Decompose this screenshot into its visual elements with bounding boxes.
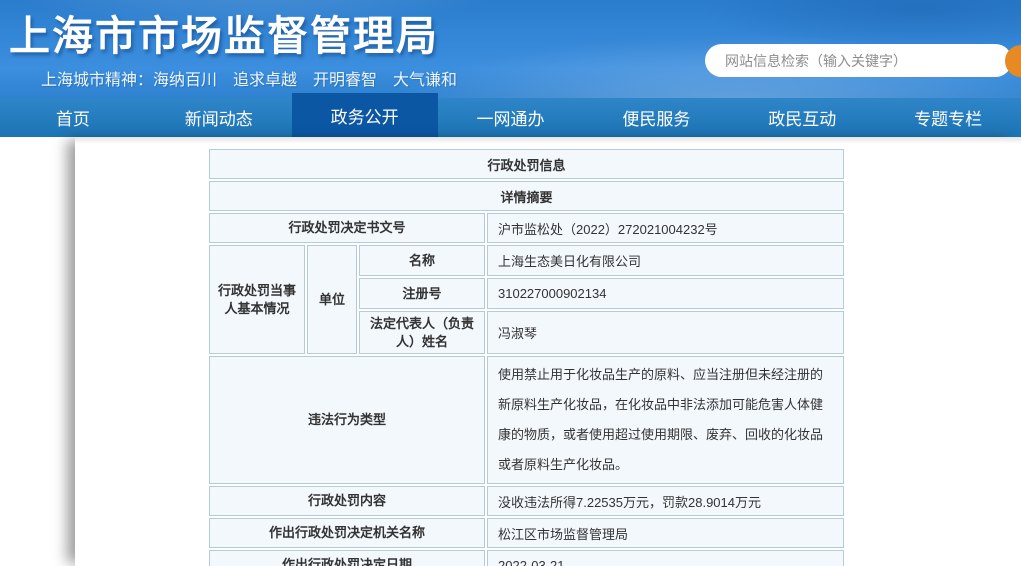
nav-item-home[interactable]: 首页 bbox=[0, 98, 146, 137]
legal-rep-label: 法定代表人（负责人）姓名 bbox=[359, 311, 485, 355]
unit-label: 单位 bbox=[307, 245, 357, 355]
nav-item-gov-disclosure[interactable]: 政务公开 bbox=[291, 93, 438, 137]
table-row: 作出行政处罚决定日期 2022-03-21 bbox=[209, 550, 844, 566]
doc-no-value: 沪市监松处（2022）272021004232号 bbox=[487, 213, 844, 243]
doc-no-label: 行政处罚决定书文号 bbox=[209, 213, 485, 243]
table-row: 行政处罚当事人基本情况 单位 名称 上海生态美日化有限公司 bbox=[209, 245, 844, 355]
site-title: 上海市市场监督管理局 bbox=[9, 13, 439, 59]
violation-type-label: 违法行为类型 bbox=[209, 356, 485, 485]
authority-label: 作出行政处罚决定机关名称 bbox=[209, 518, 485, 549]
main-nav: 首页 新闻动态 政务公开 一网通办 便民服务 政民互动 专题专栏 bbox=[0, 93, 1021, 137]
table-row: 行政处罚决定书文号 沪市监松处（2022）272021004232号 bbox=[209, 213, 844, 243]
party-basic-info-label: 行政处罚当事人基本情况 bbox=[209, 245, 305, 355]
table-row: 行政处罚信息 bbox=[209, 149, 844, 179]
name-value: 上海生态美日化有限公司 bbox=[487, 245, 844, 276]
table-row: 行政处罚内容 没收违法所得7.22535万元，罚款28.9014万元 bbox=[209, 486, 844, 517]
site-header: 上海市市场监督管理局 上海城市精神：海纳百川 追求卓越 开明睿智 大气谦和 bbox=[0, 0, 1021, 98]
nav-item-news[interactable]: 新闻动态 bbox=[146, 98, 292, 137]
date-label: 作出行政处罚决定日期 bbox=[209, 550, 485, 566]
page: 上海市市场监督管理局 上海城市精神：海纳百川 追求卓越 开明睿智 大气谦和 首页… bbox=[0, 0, 1021, 566]
nav-item-special-columns[interactable]: 专题专栏 bbox=[875, 98, 1021, 137]
table-subtitle: 详情摘要 bbox=[209, 181, 844, 211]
reg-no-label: 注册号 bbox=[359, 278, 485, 309]
violation-type-value: 使用禁止用于化妆品生产的原料、应当注册但未经注册的新原料生产化妆品，在化妆品中非… bbox=[487, 356, 844, 485]
nav-item-convenience-services[interactable]: 便民服务 bbox=[583, 98, 729, 137]
search-input[interactable] bbox=[725, 44, 990, 77]
nav-item-one-stop-services[interactable]: 一网通办 bbox=[438, 98, 584, 137]
table-row: 详情摘要 bbox=[209, 181, 844, 211]
table-row: 违法行为类型 使用禁止用于化妆品生产的原料、应当注册但未经注册的新原料生产化妆品… bbox=[209, 356, 844, 485]
name-label: 名称 bbox=[359, 245, 485, 276]
table-row: 作出行政处罚决定机关名称 松江区市场监督管理局 bbox=[209, 518, 844, 549]
search-box bbox=[705, 44, 1012, 77]
legal-rep-value: 冯淑琴 bbox=[487, 311, 844, 355]
date-value: 2022-03-21 bbox=[487, 550, 844, 566]
nav-item-public-interaction[interactable]: 政民互动 bbox=[729, 98, 875, 137]
penalty-content-value: 没收违法所得7.22535万元，罚款28.9014万元 bbox=[487, 486, 844, 517]
content-panel: 行政处罚信息 详情摘要 行政处罚决定书文号 沪市监松处（2022）2720210… bbox=[75, 137, 1021, 566]
site-motto: 上海城市精神：海纳百川 追求卓越 开明睿智 大气谦和 bbox=[41, 72, 458, 89]
penalty-table: 行政处罚信息 详情摘要 行政处罚决定书文号 沪市监松处（2022）2720210… bbox=[207, 147, 846, 566]
table-title: 行政处罚信息 bbox=[209, 149, 844, 179]
reg-no-value: 310227000902134 bbox=[487, 278, 844, 309]
penalty-content-label: 行政处罚内容 bbox=[209, 486, 485, 517]
panel-top-shadow bbox=[75, 137, 1021, 144]
authority-value: 松江区市场监督管理局 bbox=[487, 518, 844, 549]
